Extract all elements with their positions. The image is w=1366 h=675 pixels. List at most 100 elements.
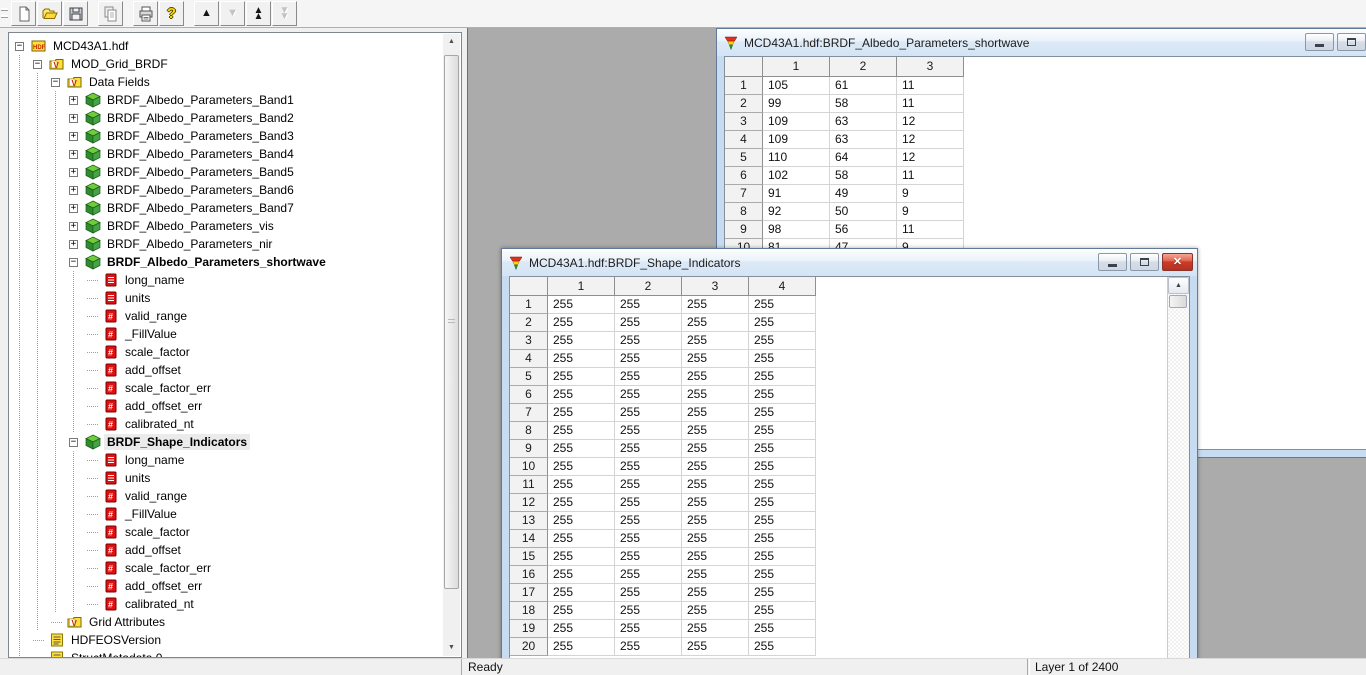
row-header-cell[interactable]: 19	[510, 620, 548, 638]
tree-expander-plus[interactable]: +	[69, 204, 78, 213]
table-cell[interactable]: 255	[682, 368, 749, 386]
row-header-cell[interactable]: 8	[510, 422, 548, 440]
scroll-up-button[interactable]: ▲	[443, 34, 460, 50]
table-cell[interactable]: 255	[749, 458, 816, 476]
row-header-cell[interactable]: 11	[510, 476, 548, 494]
table-cell[interactable]: 102	[763, 167, 830, 185]
table-cell[interactable]: 255	[548, 332, 615, 350]
toolbar-button-help[interactable]: ?	[159, 1, 184, 26]
table-cell[interactable]: 9	[897, 203, 964, 221]
column-header[interactable]: 1	[548, 277, 615, 296]
table-cell[interactable]: 49	[830, 185, 897, 203]
table-cell[interactable]: 255	[749, 530, 816, 548]
row-header-cell[interactable]: 14	[510, 530, 548, 548]
tree-expander-plus[interactable]: +	[69, 132, 78, 141]
row-header-cell[interactable]: 5	[725, 149, 763, 167]
table-cell[interactable]: 255	[682, 620, 749, 638]
table-cell[interactable]: 255	[615, 332, 682, 350]
table-cell[interactable]: 255	[615, 566, 682, 584]
window-titlebar[interactable]: MCD43A1.hdf:BRDF_Albedo_Parameters_short…	[717, 29, 1366, 56]
tree-item-grid-attributes[interactable]: VGrid Attributes	[11, 613, 442, 631]
tree-expander-plus[interactable]: +	[69, 222, 78, 231]
table-cell[interactable]: 255	[615, 368, 682, 386]
tree-expander-minus[interactable]: −	[15, 42, 24, 51]
row-header-cell[interactable]: 1	[725, 77, 763, 95]
row-header-cell[interactable]: 7	[510, 404, 548, 422]
row-header-cell[interactable]: 6	[510, 386, 548, 404]
table-cell[interactable]: 11	[897, 167, 964, 185]
row-header-cell[interactable]: 3	[510, 332, 548, 350]
row-header-cell[interactable]: 1	[510, 296, 548, 314]
window-titlebar[interactable]: MCD43A1.hdf:BRDF_Shape_Indicators ✕	[502, 249, 1197, 276]
tree-item-long-name[interactable]: long_name	[11, 271, 442, 289]
table-cell[interactable]: 255	[615, 584, 682, 602]
tree-expander-plus[interactable]: +	[69, 186, 78, 195]
table-cell[interactable]: 255	[548, 620, 615, 638]
tree-item-valid-range[interactable]: #valid_range	[11, 487, 442, 505]
tree-item-brdf-albedo-parameters-band4[interactable]: +BRDF_Albedo_Parameters_Band4	[11, 145, 442, 163]
tree-item-brdf-albedo-parameters-band1[interactable]: +BRDF_Albedo_Parameters_Band1	[11, 91, 442, 109]
window-brdf-shape-indicators[interactable]: MCD43A1.hdf:BRDF_Shape_Indicators ✕ 1234…	[501, 248, 1198, 658]
tree-expander-plus[interactable]: +	[69, 114, 78, 123]
row-header-cell[interactable]: 17	[510, 584, 548, 602]
table-cell[interactable]: 255	[749, 332, 816, 350]
toolbar-button-double-up-arrow[interactable]: ▲▲	[246, 1, 271, 26]
tree-item-scale-factor-err[interactable]: #scale_factor_err	[11, 379, 442, 397]
tree-item-brdf-albedo-parameters-band6[interactable]: +BRDF_Albedo_Parameters_Band6	[11, 181, 442, 199]
tree-item-brdf-albedo-parameters-shortwave[interactable]: −BRDF_Albedo_Parameters_shortwave	[11, 253, 442, 271]
table-cell[interactable]: 255	[749, 440, 816, 458]
tree-item--fillvalue[interactable]: #_FillValue	[11, 505, 442, 523]
table-cell[interactable]: 255	[548, 512, 615, 530]
table-cell[interactable]: 255	[615, 602, 682, 620]
table-cell[interactable]: 255	[749, 350, 816, 368]
toolbar-button-open-folder[interactable]	[37, 1, 62, 26]
row-header-cell[interactable]: 18	[510, 602, 548, 620]
tree-item-brdf-albedo-parameters-vis[interactable]: +BRDF_Albedo_Parameters_vis	[11, 217, 442, 235]
table-cell[interactable]: 255	[548, 530, 615, 548]
tree-item-mcd43a1-hdf[interactable]: −HDFMCD43A1.hdf	[11, 37, 442, 55]
table-cell[interactable]: 58	[830, 95, 897, 113]
tree-item-hdfeosversion[interactable]: HDFEOSVersion	[11, 631, 442, 649]
table-cell[interactable]: 255	[548, 386, 615, 404]
table-cell[interactable]: 255	[548, 548, 615, 566]
table-cell[interactable]: 255	[682, 476, 749, 494]
table-cell[interactable]: 255	[682, 584, 749, 602]
table-cell[interactable]: 255	[682, 350, 749, 368]
table-cell[interactable]: 255	[615, 476, 682, 494]
table-cell[interactable]: 255	[682, 332, 749, 350]
table-cell[interactable]: 255	[615, 530, 682, 548]
tree-expander-plus[interactable]: +	[69, 168, 78, 177]
table-cell[interactable]: 255	[749, 602, 816, 620]
scroll-up-button[interactable]: ▲	[1168, 277, 1189, 294]
table-cell[interactable]: 255	[682, 530, 749, 548]
table-cell[interactable]: 255	[749, 296, 816, 314]
table-cell[interactable]: 255	[548, 314, 615, 332]
scroll-down-button[interactable]: ▼	[443, 640, 460, 656]
toolbar-button-copy[interactable]	[98, 1, 123, 26]
row-header-cell[interactable]: 7	[725, 185, 763, 203]
table-cell[interactable]: 109	[763, 131, 830, 149]
table-cell[interactable]: 255	[615, 296, 682, 314]
table-cell[interactable]: 255	[615, 458, 682, 476]
table-cell[interactable]: 255	[615, 314, 682, 332]
toolbar-button-up-arrow[interactable]: ▲	[194, 1, 219, 26]
tree-expander-minus[interactable]: −	[69, 438, 78, 447]
table-cell[interactable]: 11	[897, 77, 964, 95]
table-cell[interactable]: 255	[548, 458, 615, 476]
table-cell[interactable]: 56	[830, 221, 897, 239]
row-header-cell[interactable]: 9	[725, 221, 763, 239]
toolbar-button-save[interactable]	[63, 1, 88, 26]
scrollbar-thumb[interactable]	[444, 55, 459, 589]
table-cell[interactable]: 255	[749, 386, 816, 404]
table-cell[interactable]: 92	[763, 203, 830, 221]
tree-item-valid-range[interactable]: #valid_range	[11, 307, 442, 325]
tree-item-add-offset[interactable]: #add_offset	[11, 541, 442, 559]
table-cell[interactable]: 58	[830, 167, 897, 185]
row-header-cell[interactable]: 2	[725, 95, 763, 113]
column-header[interactable]: 3	[682, 277, 749, 296]
table-cell[interactable]: 255	[749, 584, 816, 602]
tree-item-data-fields[interactable]: −VData Fields	[11, 73, 442, 91]
tree-item-add-offset-err[interactable]: #add_offset_err	[11, 577, 442, 595]
minimize-button[interactable]	[1305, 33, 1334, 51]
row-header-cell[interactable]: 12	[510, 494, 548, 512]
